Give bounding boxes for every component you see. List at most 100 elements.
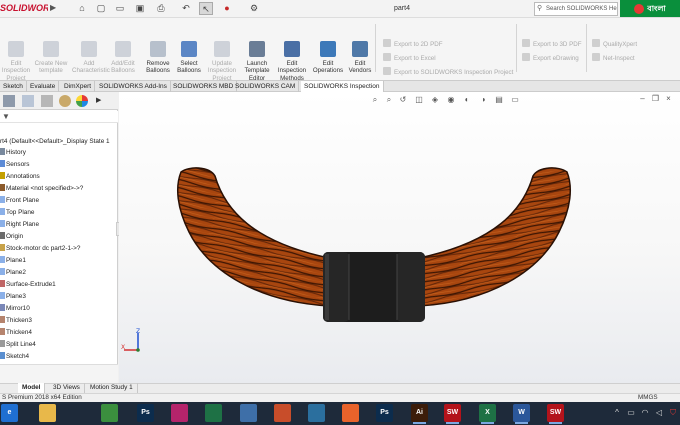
svg-text:X: X xyxy=(121,344,125,351)
dimxpert-icon[interactable] xyxy=(59,95,71,107)
tree-item[interactable]: Plane2 xyxy=(0,267,118,279)
tree-item[interactable]: Plane1 xyxy=(0,255,118,267)
annotation-icon xyxy=(0,172,5,179)
home-icon[interactable]: ⌂ xyxy=(76,2,88,15)
new-document-icon[interactable]: ▢ xyxy=(95,2,107,15)
tree-item[interactable]: Material <not specified>->? xyxy=(0,183,118,195)
balloon-edit-icon xyxy=(115,41,131,57)
menu-expand-icon[interactable]: ▶ xyxy=(50,3,58,15)
reference-triad[interactable]: Z X xyxy=(121,328,147,356)
plane-icon xyxy=(0,256,5,263)
filter-bar[interactable] xyxy=(0,111,118,123)
tree-item[interactable]: Surface-Extrude1 xyxy=(0,279,118,291)
tree-item[interactable]: Split Line4 xyxy=(0,339,118,351)
cmd-button-label: Add Characteristic xyxy=(72,60,110,75)
tree-item-label: Plane1 xyxy=(6,257,26,264)
tab-3d-views[interactable]: 3D Views xyxy=(49,383,85,393)
tree-item-label: Surface-Extrude1 xyxy=(6,281,56,288)
traffic-light-icon[interactable]: ● xyxy=(222,2,232,15)
model-render[interactable] xyxy=(119,92,680,383)
surface-icon xyxy=(0,280,5,287)
security-shield-icon[interactable]: ⛉ xyxy=(668,407,678,419)
left-arm[interactable] xyxy=(176,167,330,307)
plane-icon xyxy=(0,196,5,203)
right-arm[interactable] xyxy=(418,167,572,307)
tree-item[interactable]: Sketch4 xyxy=(0,351,118,363)
forward-icon[interactable]: ▶ xyxy=(96,97,104,105)
tree-item[interactable]: History xyxy=(0,147,118,159)
cmd-button-label: Edit Vendors xyxy=(348,60,372,75)
tree-item[interactable]: Stock-motor dc part2-1->? xyxy=(0,243,118,255)
taskbar-media-icon[interactable] xyxy=(171,404,188,422)
volume-icon[interactable]: ◁ xyxy=(654,407,664,419)
tree-item[interactable]: Plane3 xyxy=(0,291,118,303)
language-badge[interactable]: বাংলা xyxy=(620,0,680,17)
tab-addins[interactable]: SOLIDWORKS Add-Ins xyxy=(96,81,171,92)
battery-icon[interactable]: ▭ xyxy=(626,407,636,419)
tree-item[interactable]: Thicken4 xyxy=(0,327,118,339)
taskbar-firefox-icon[interactable] xyxy=(342,404,359,422)
export-edrawing: Export eDrawing xyxy=(522,53,579,63)
operations-icon xyxy=(320,41,336,57)
tab-dimxpert[interactable]: DimXpert xyxy=(61,81,96,92)
save-icon[interactable]: ▣ xyxy=(134,2,146,15)
taskbar-excel-template-icon[interactable] xyxy=(205,404,222,422)
center-hub[interactable] xyxy=(323,252,425,322)
update-project-icon xyxy=(214,41,230,57)
unit-system[interactable]: MMGS xyxy=(638,393,658,402)
taskbar-solidworks-2018-icon[interactable]: SW xyxy=(547,404,564,424)
cmd-button-label: Edit Operations xyxy=(312,60,344,75)
feature-tree-icon[interactable] xyxy=(3,95,15,107)
tray-chevron-icon[interactable]: ^ xyxy=(612,407,622,419)
undo-icon[interactable]: ↶ xyxy=(180,2,192,15)
edit-project-icon xyxy=(8,41,24,57)
property-manager-icon[interactable] xyxy=(22,95,34,107)
tab-motion-study[interactable]: Motion Study 1 xyxy=(86,383,138,393)
taskbar-word-icon[interactable]: W xyxy=(513,404,530,424)
tree-item[interactable]: Top Plane xyxy=(0,207,118,219)
taskbar-photoshop-2-icon[interactable]: Ps xyxy=(376,404,393,422)
solidworks-logo[interactable]: SOLIDWORKS xyxy=(0,2,48,15)
tree-item[interactable]: Sensors xyxy=(0,159,118,171)
select-arrow-icon[interactable]: ↖ xyxy=(199,2,213,15)
taskbar-illustrator-icon[interactable]: Ai xyxy=(411,404,428,424)
plane-icon xyxy=(0,220,5,227)
tree-item[interactable]: Annotations xyxy=(0,171,118,183)
language-label: বাংলা xyxy=(647,4,666,13)
tab-model[interactable]: Model xyxy=(18,383,46,393)
tree-item[interactable]: Origin xyxy=(0,231,118,243)
taskbar-solidworks-2016-icon[interactable]: SW xyxy=(444,404,461,424)
display-manager-icon[interactable] xyxy=(76,95,88,107)
taskbar-powerpoint-icon[interactable] xyxy=(274,404,291,422)
taskbar-file-explorer-icon[interactable] xyxy=(39,404,56,422)
configuration-icon[interactable] xyxy=(41,95,53,107)
tree-item[interactable]: Right Plane xyxy=(0,219,118,231)
network-icon[interactable]: ◠ xyxy=(640,407,650,419)
search-help-input[interactable]: Search SOLIDWORKS Help xyxy=(534,2,618,16)
options-gear-icon[interactable]: ⚙ xyxy=(248,2,260,15)
tree-item[interactable]: Mirror10 xyxy=(0,303,118,315)
tree-item[interactable]: Thicken3 xyxy=(0,315,118,327)
tab-inspection[interactable]: SOLIDWORKS Inspection xyxy=(301,81,384,92)
taskbar-excel-icon[interactable]: X xyxy=(479,404,496,424)
vendors-icon xyxy=(352,41,368,57)
net-inspect-icon xyxy=(592,53,600,61)
taskbar-edge-icon[interactable]: e xyxy=(1,404,18,422)
filter-icon[interactable]: ▼ xyxy=(2,112,12,122)
tree-item-label: Stock-motor dc part2-1->? xyxy=(6,245,81,252)
taskbar-photoshop-icon[interactable]: Ps xyxy=(137,404,154,422)
tab-evaluate[interactable]: Evaluate xyxy=(27,81,60,92)
open-file-icon[interactable]: ▭ xyxy=(114,2,126,15)
tab-cam[interactable]: SOLIDWORKS CAM xyxy=(232,81,300,92)
material-icon xyxy=(0,184,5,191)
tab-mbd[interactable]: SOLIDWORKS MBD xyxy=(170,81,238,92)
taskbar-images-icon[interactable] xyxy=(240,404,257,422)
svg-text:Z: Z xyxy=(136,328,140,335)
part-icon xyxy=(0,244,5,251)
print-icon[interactable]: ⎙ xyxy=(155,2,167,15)
split-line-icon xyxy=(0,340,5,347)
taskbar-chrome-icon[interactable] xyxy=(101,404,118,422)
taskbar-app-blue-icon[interactable] xyxy=(308,404,325,422)
tab-sketch[interactable]: Sketch xyxy=(0,81,27,92)
tree-item[interactable]: Front Plane xyxy=(0,195,118,207)
